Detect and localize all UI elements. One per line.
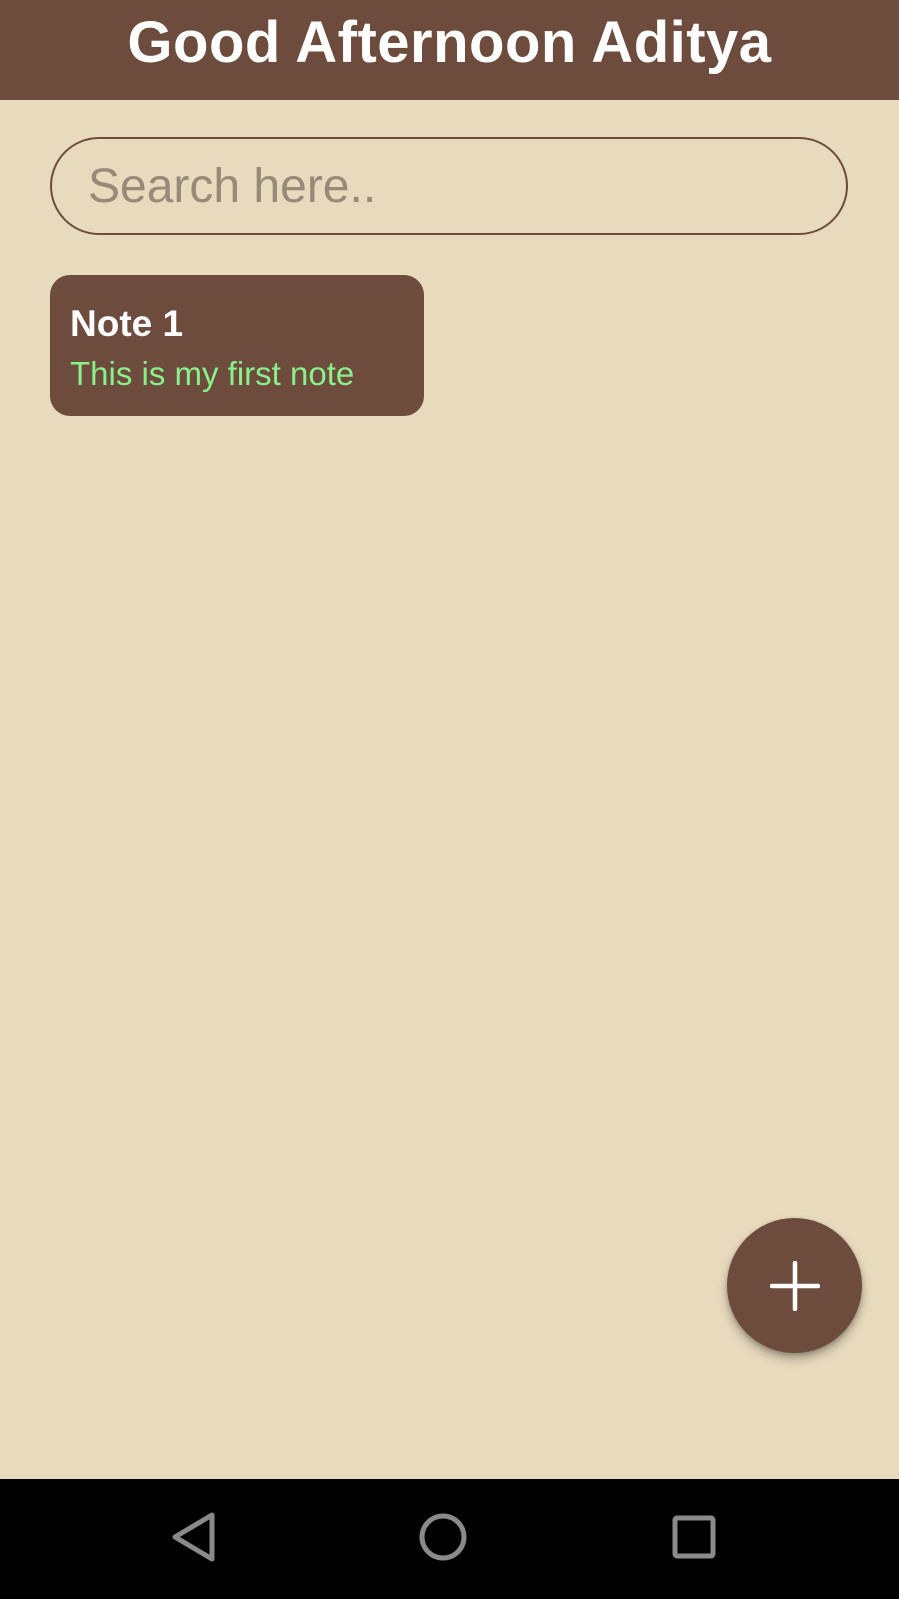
search-input[interactable]	[88, 158, 816, 214]
plus-icon	[769, 1260, 820, 1311]
back-icon	[169, 1510, 219, 1569]
note-title: Note 1	[70, 303, 184, 344]
app-header: Good Afternoon Aditya	[0, 0, 899, 100]
greeting-title: Good Afternoon Aditya	[127, 10, 772, 75]
note-card[interactable]: Note 1 This is my first note	[50, 275, 424, 416]
home-button[interactable]	[383, 1479, 503, 1599]
system-navigation-bar	[0, 1479, 899, 1599]
add-note-button[interactable]	[727, 1218, 862, 1353]
note-body: This is my first note	[70, 355, 355, 392]
search-bar[interactable]	[50, 137, 848, 235]
recents-icon	[671, 1514, 717, 1565]
recents-button[interactable]	[634, 1479, 754, 1599]
home-icon	[417, 1511, 469, 1568]
back-button[interactable]	[134, 1479, 254, 1599]
